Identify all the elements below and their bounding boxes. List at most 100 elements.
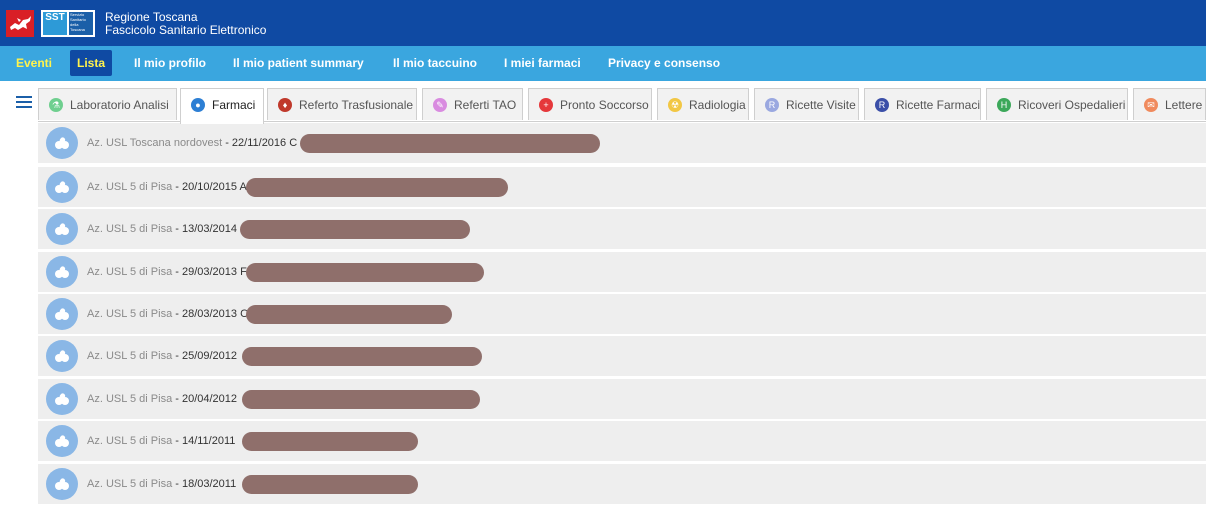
entry-snippet: C (289, 137, 298, 149)
pill-icon: ● (191, 98, 205, 112)
entry-date: 22/11/2016 (231, 137, 287, 149)
tab-label: Ricoveri Ospedalieri (1018, 98, 1126, 112)
date-separator: - (172, 478, 182, 490)
redacted-description (246, 263, 484, 282)
regione-toscana-logo (6, 10, 34, 37)
sst-logo-subtext: Servizio Sanitario della Toscana (69, 12, 93, 35)
sst-logo: SST Servizio Sanitario della Toscana (41, 10, 95, 37)
main-navbar: Eventi Lista Il mio profilo Il mio patie… (0, 46, 1206, 81)
syringe-icon: ✎ (433, 98, 447, 112)
entry-date: 20/10/2015 (181, 181, 238, 193)
tab-label: Pronto Soccorso (560, 98, 649, 112)
prescription-icon: R (765, 98, 779, 112)
sst-logo-text: SST (45, 12, 65, 23)
nav-il-mio-taccuino[interactable]: Il mio taccuino (386, 50, 484, 76)
nav-lista[interactable]: Lista (70, 50, 113, 76)
tab-label: Referto Trasfusionale (299, 98, 414, 112)
entry-org: Az. USL 5 di Pisa (87, 308, 173, 320)
tab-label: Lettere (1165, 98, 1203, 112)
redacted-description (242, 475, 418, 494)
entry-date: 13/03/2014 (181, 223, 238, 235)
tab-label: Ricette Farmaci (896, 98, 981, 112)
pill-icon (46, 340, 78, 372)
tab-referti-tao[interactable]: ✎ Referti TAO (422, 88, 523, 120)
entry-org: Az. USL Toscana nordovest (87, 137, 223, 149)
entry-org: Az. USL 5 di Pisa (87, 435, 173, 447)
tab-laboratorio-analisi[interactable]: ⚗ Laboratorio Analisi (38, 88, 177, 120)
blood-drop-icon: ♦ (278, 98, 292, 112)
date-separator: - (172, 393, 182, 405)
pill-icon (46, 298, 78, 330)
redacted-description (246, 305, 452, 324)
radiation-icon: ☢ (668, 98, 682, 112)
entry-org: Az. USL 5 di Pisa (87, 223, 173, 235)
entry-org: Az. USL 5 di Pisa (87, 478, 173, 490)
redacted-description (242, 432, 418, 451)
tab-referto-trasfusionale[interactable]: ♦ Referto Trasfusionale (267, 88, 417, 120)
nav-il-mio-patient-summary[interactable]: Il mio patient summary (226, 50, 371, 76)
date-separator: - (172, 266, 182, 278)
nav-i-miei-farmaci[interactable]: I miei farmaci (497, 50, 588, 76)
header-title: Regione Toscana Fascicolo Sanitario Elet… (105, 11, 266, 37)
tab-label: Radiologia (689, 98, 746, 112)
entry-org: Az. USL 5 di Pisa (87, 350, 173, 362)
redacted-description (246, 178, 508, 197)
list-item[interactable]: Az. USL 5 di Pisa - 18/03/2011 (38, 464, 1206, 504)
nav-privacy-e-consenso[interactable]: Privacy e consenso (601, 50, 727, 76)
entry-date: 28/03/2013 (181, 308, 238, 320)
redacted-description (300, 134, 600, 153)
tab-label: Laboratorio Analisi (70, 98, 169, 112)
tab-ricoveri-ospedalieri[interactable]: H Ricoveri Ospedalieri (986, 88, 1128, 120)
tab-label: Ricette Visite (786, 98, 856, 112)
list-item[interactable]: Az. USL Toscana nordovest - 22/11/2016 C (38, 123, 1206, 163)
redacted-description (242, 390, 480, 409)
app-header: SST Servizio Sanitario della Toscana Reg… (0, 0, 1206, 46)
tab-ricette-visite[interactable]: R Ricette Visite (754, 88, 859, 120)
pill-icon (46, 213, 78, 245)
date-separator: - (172, 223, 182, 235)
nav-il-mio-profilo[interactable]: Il mio profilo (127, 50, 213, 76)
list-item[interactable]: Az. USL 5 di Pisa - 28/03/2013 C (38, 294, 1206, 334)
date-separator: - (172, 350, 182, 362)
entry-date: 25/09/2012 (181, 350, 238, 362)
entry-date: 20/04/2012 (181, 393, 238, 405)
tab-farmaci[interactable]: ● Farmaci (180, 88, 264, 124)
pill-icon (46, 127, 78, 159)
cross-icon: + (539, 98, 553, 112)
pill-icon (46, 256, 78, 288)
date-separator: - (172, 181, 182, 193)
entry-org: Az. USL 5 di Pisa (87, 393, 173, 405)
list-item[interactable]: Az. USL 5 di Pisa - 29/03/2013 F (38, 252, 1206, 292)
tab-pronto-soccorso[interactable]: + Pronto Soccorso (528, 88, 652, 120)
date-separator: - (172, 435, 182, 447)
tab-label: Referti TAO (454, 98, 517, 112)
nav-eventi[interactable]: Eventi (9, 50, 59, 76)
pill-icon (46, 171, 78, 203)
hospital-icon: H (997, 98, 1011, 112)
tab-radiologia[interactable]: ☢ Radiologia (657, 88, 749, 120)
letter-icon: ✉ (1144, 98, 1158, 112)
pill-icon (46, 383, 78, 415)
redacted-description (242, 347, 482, 366)
date-separator: - (172, 308, 182, 320)
header-title-line2: Fascicolo Sanitario Elettronico (105, 23, 267, 37)
pill-icon (46, 468, 78, 500)
category-tabs: ⚗ Laboratorio Analisi ● Farmaci ♦ Refert… (38, 88, 1206, 124)
list-item[interactable]: Az. USL 5 di Pisa - 20/04/2012 (38, 379, 1206, 419)
tab-ricette-farmaci[interactable]: R Ricette Farmaci (864, 88, 981, 120)
list-item[interactable]: Az. USL 5 di Pisa - 14/11/2011 (38, 421, 1206, 461)
flask-icon: ⚗ (49, 98, 63, 112)
hamburger-icon[interactable] (16, 96, 32, 109)
date-separator: - (222, 137, 232, 149)
pegasus-icon (10, 16, 31, 30)
tab-label: Farmaci (212, 98, 256, 112)
list-item[interactable]: Az. USL 5 di Pisa - 20/10/2015 A (38, 167, 1206, 207)
redacted-description (240, 220, 470, 239)
list-item[interactable]: Az. USL 5 di Pisa - 13/03/2014 (38, 209, 1206, 249)
tab-lettere[interactable]: ✉ Lettere (1133, 88, 1206, 120)
list-item[interactable]: Az. USL 5 di Pisa - 25/09/2012 (38, 336, 1206, 376)
entry-org: Az. USL 5 di Pisa (87, 181, 173, 193)
prescription-icon: R (875, 98, 889, 112)
entry-org: Az. USL 5 di Pisa (87, 266, 173, 278)
entry-date: 29/03/2013 (181, 266, 238, 278)
